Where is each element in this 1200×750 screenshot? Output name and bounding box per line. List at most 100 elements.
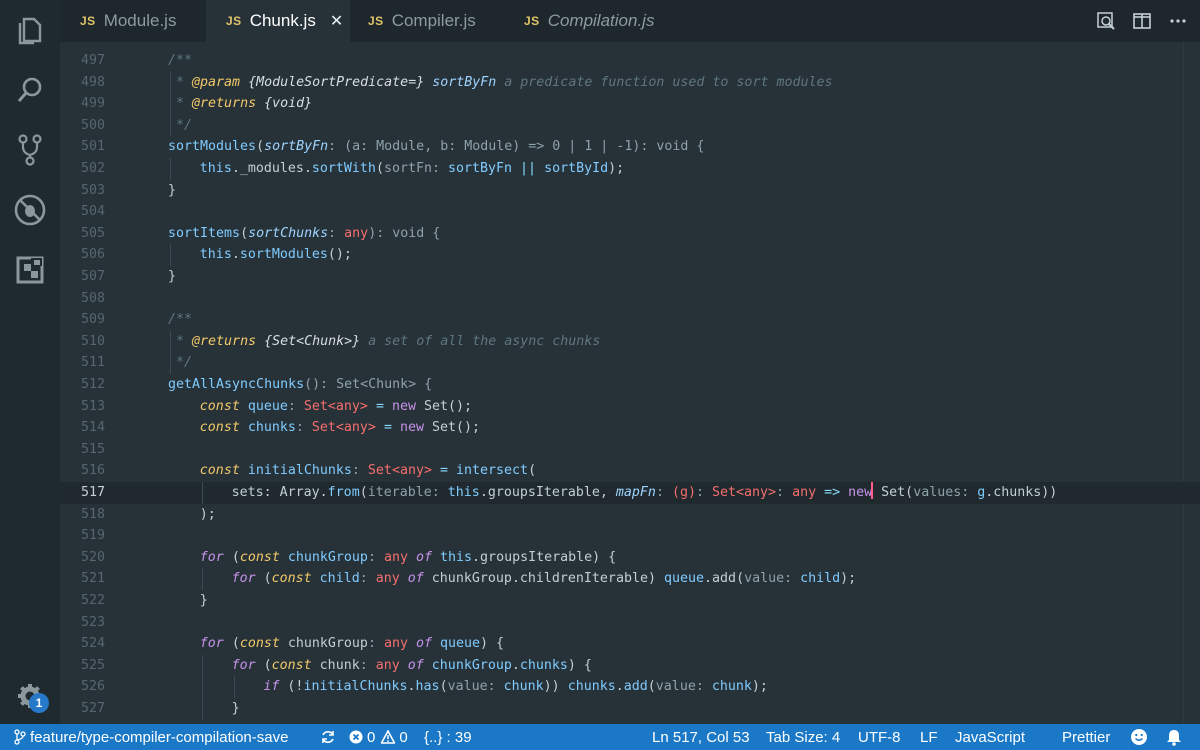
code-line[interactable]: 507} bbox=[60, 266, 1200, 288]
sync-icon bbox=[322, 731, 334, 743]
code-line[interactable]: 506 this.sortModules(); bbox=[60, 244, 1200, 266]
line-number: 526 bbox=[80, 679, 105, 695]
code-line[interactable]: 505 sortItems(sortChunks: any): void { bbox=[60, 223, 1200, 245]
line-number: 505 bbox=[80, 225, 105, 241]
line-number: 511 bbox=[80, 355, 105, 371]
line-number: 499 bbox=[80, 96, 105, 112]
smiley-icon bbox=[1131, 729, 1147, 745]
code-line[interactable]: 510 * @returns {Set<Chunk>} a set of all… bbox=[60, 330, 1200, 353]
code-line[interactable]: 509 /** bbox=[60, 309, 1200, 331]
code-line[interactable]: 511 */ bbox=[60, 352, 1200, 374]
code-line[interactable]: 516 const initialChunks: Set<any> = inter… bbox=[60, 460, 1200, 482]
code-text: const chunks: Set<any> = new Set(); bbox=[199, 420, 481, 436]
code-line[interactable]: 502 this._modules.sortWith(sortFn: sortBy… bbox=[60, 158, 1200, 180]
code-text: for (const chunk: any of chunkGroup.chun… bbox=[231, 657, 592, 673]
explorer-button[interactable] bbox=[0, 2, 60, 58]
sync-button[interactable] bbox=[320, 724, 336, 750]
line-number: 509 bbox=[80, 312, 105, 328]
error-icon bbox=[349, 730, 363, 744]
code-line-current[interactable]: 517 sets: Array.from(iterable: this.group… bbox=[60, 482, 1200, 504]
line-number: 520 bbox=[80, 549, 105, 565]
extensions-button[interactable] bbox=[0, 242, 60, 298]
cursor-position[interactable]: Ln 517, Col 53 bbox=[652, 724, 750, 750]
line-number: 518 bbox=[80, 506, 105, 522]
source-control-button[interactable] bbox=[0, 122, 60, 178]
line-number: 523 bbox=[80, 614, 105, 630]
code-line[interactable]: 520 for (const chunkGroup: any of this.gr… bbox=[60, 547, 1200, 569]
split-editor-icon[interactable] bbox=[1132, 11, 1152, 31]
bracket-info[interactable]: {..} : 39 bbox=[424, 724, 472, 750]
code-line[interactable]: 513 const queue: Set<any> = new Set(); bbox=[60, 396, 1200, 418]
line-number: 521 bbox=[80, 571, 105, 587]
line-number: 508 bbox=[80, 290, 105, 306]
line-number: 507 bbox=[80, 269, 105, 284]
files-icon bbox=[18, 17, 42, 45]
code-line[interactable]: 524 for (const chunkGroup: any of queue) … bbox=[60, 633, 1200, 655]
code-line[interactable]: 500 */ bbox=[60, 114, 1200, 137]
search-button[interactable] bbox=[0, 62, 60, 118]
line-number: 519 bbox=[80, 528, 105, 544]
code-text: if (!initialChunks.has(value: chunk)) ch… bbox=[263, 679, 768, 695]
close-icon[interactable]: ✕ bbox=[330, 11, 343, 31]
tab-module-js[interactable]: JS Module.js bbox=[60, 0, 206, 42]
code-text: this._modules.sortWith(sortFn: sortByFn … bbox=[199, 161, 625, 176]
code-line[interactable]: 518); bbox=[60, 504, 1200, 526]
tab-size[interactable]: Tab Size: 4 bbox=[766, 724, 840, 750]
code-text: */ bbox=[168, 117, 193, 133]
code-line[interactable]: 525 for (const chunk: any of chunkGroup.c… bbox=[60, 654, 1200, 677]
code-text: const queue: Set<any> = new Set(); bbox=[199, 398, 473, 414]
tab-label: Compilation.js bbox=[547, 11, 655, 30]
code-text: /** bbox=[168, 53, 193, 68]
code-line[interactable]: 526 if (!initialChunks.has(value: chunk))… bbox=[60, 676, 1200, 698]
code-line[interactable]: 504 bbox=[60, 201, 1200, 223]
indent-guide bbox=[201, 568, 203, 590]
notifications-button[interactable] bbox=[1165, 724, 1183, 750]
code-editor[interactable]: 497 /** 498 * @param {ModuleSortPredicate=… bbox=[60, 42, 1200, 724]
code-text: * @returns {void} bbox=[168, 96, 313, 112]
code-line[interactable]: 515 bbox=[60, 439, 1200, 461]
indent-guide bbox=[233, 676, 235, 698]
language-mode[interactable]: JavaScript bbox=[955, 724, 1025, 750]
code-line[interactable]: 499 * @returns {void} bbox=[60, 93, 1200, 115]
branch-name: feature/type-compiler-compilation-save bbox=[30, 728, 289, 746]
code-line[interactable]: 498 * @param {ModuleSortPredicate=} sort… bbox=[60, 71, 1200, 94]
code-line[interactable]: 503} bbox=[60, 180, 1200, 202]
problems-indicator[interactable]: 0 0 bbox=[349, 724, 408, 750]
tab-chunk-js[interactable]: JS Chunk.js ✕ bbox=[206, 0, 350, 42]
line-number: 515 bbox=[80, 441, 105, 457]
code-text: /** bbox=[168, 312, 193, 328]
code-line[interactable]: 514 const chunks: Set<any> = new Set(); bbox=[60, 417, 1200, 439]
activity-bar: 1 bbox=[0, 0, 60, 724]
code-text: this.sortModules(); bbox=[199, 247, 352, 263]
line-number: 500 bbox=[80, 117, 105, 133]
debug-button[interactable] bbox=[0, 182, 60, 238]
prettier-status[interactable]: Prettier bbox=[1062, 724, 1110, 750]
code-line[interactable]: 527} bbox=[60, 698, 1200, 720]
code-text: * @param {ModuleSortPredicate=} sortByFn… bbox=[168, 74, 833, 90]
js-file-icon: JS bbox=[524, 14, 540, 28]
feedback-button[interactable] bbox=[1130, 724, 1148, 750]
search-icon bbox=[17, 77, 42, 102]
code-line[interactable]: 508 bbox=[60, 288, 1200, 310]
line-number: 513 bbox=[80, 398, 105, 414]
code-line[interactable]: 519 bbox=[60, 525, 1200, 547]
indent-guide bbox=[201, 698, 203, 720]
line-number: 503 bbox=[80, 182, 105, 198]
code-line[interactable]: 512 getAllAsyncChunks(): Set<Chunk> { bbox=[60, 374, 1200, 396]
code-line[interactable]: 522} bbox=[60, 590, 1200, 612]
code-line[interactable]: 501 sortModules(sortByFn: (a: Module, b: … bbox=[60, 136, 1200, 158]
more-actions-icon[interactable] bbox=[1168, 11, 1188, 31]
code-text: } bbox=[199, 593, 208, 608]
code-line[interactable]: 523 bbox=[60, 612, 1200, 634]
branch-indicator[interactable]: feature/type-compiler-compilation-save bbox=[14, 724, 288, 750]
line-number: 516 bbox=[80, 463, 105, 479]
extensions-icon bbox=[16, 256, 44, 284]
open-preview-icon[interactable] bbox=[1096, 11, 1116, 31]
end-of-line[interactable]: LF bbox=[920, 724, 938, 750]
code-line[interactable]: 521 for (const child: any of chunkGroup.c… bbox=[60, 568, 1200, 590]
code-text: * @returns {Set<Chunk>} a set of all the… bbox=[168, 333, 601, 349]
code-line[interactable]: 497 /** bbox=[60, 50, 1200, 72]
tab-compilation-js[interactable]: JS Compilation.js bbox=[506, 0, 684, 42]
encoding[interactable]: UTF-8 bbox=[858, 724, 901, 750]
tab-compiler-js[interactable]: JS Compiler.js bbox=[350, 0, 506, 42]
